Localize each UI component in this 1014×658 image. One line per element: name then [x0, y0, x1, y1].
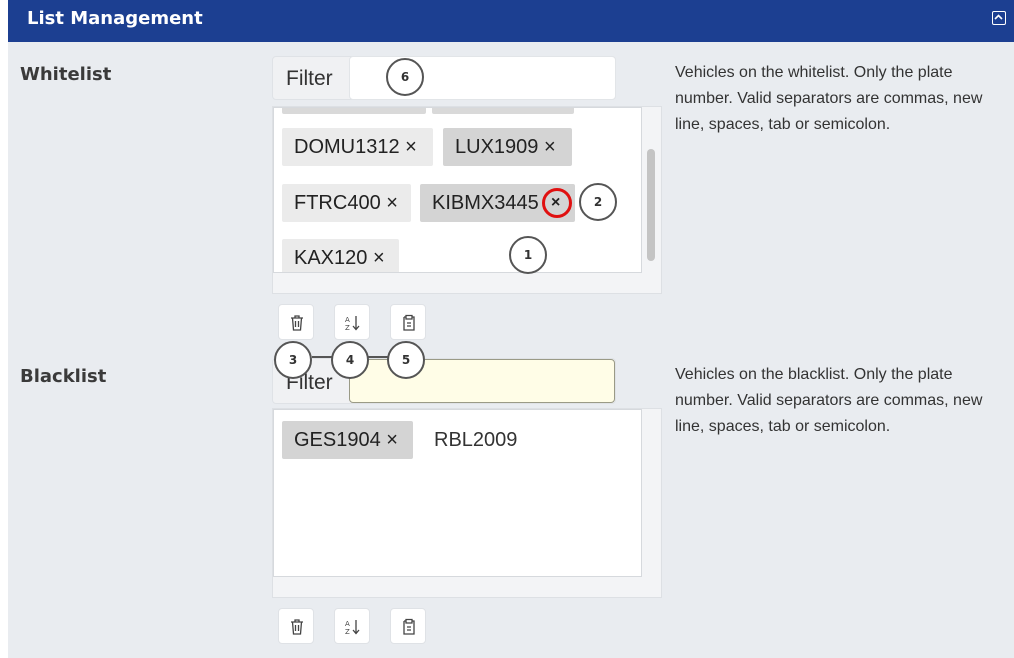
- sort-button[interactable]: AZ: [334, 608, 370, 644]
- whitelist-tag: FTRC400 ×: [282, 184, 411, 222]
- whitelist-tag: LUX1909 ×: [443, 128, 572, 166]
- sort-az-icon: AZ: [345, 620, 360, 636]
- blacklist-list-container: GES1904 × RBL2009: [272, 408, 662, 598]
- sort-az-icon: AZ: [345, 316, 360, 332]
- trash-icon: [291, 619, 303, 635]
- blacklist-list[interactable]: GES1904 × RBL2009: [273, 409, 642, 577]
- tag-partial: [282, 108, 426, 114]
- whitelist-filter: Filter: [272, 56, 616, 100]
- clear-list-button[interactable]: [278, 304, 314, 340]
- panel-title: List Management: [27, 8, 203, 29]
- callout-5: 5: [387, 341, 425, 379]
- callout-1: 1: [509, 236, 547, 274]
- copy-button[interactable]: [390, 304, 426, 340]
- callout-4: 4: [331, 341, 369, 379]
- whitelist-tag: KAX120 ×: [282, 239, 399, 272]
- callout-3: 3: [274, 341, 312, 379]
- tag-text: KAX120 ×: [294, 247, 385, 269]
- blacklist-tag: GES1904 ×: [282, 421, 413, 459]
- tag-text: FTRC400 ×: [294, 192, 398, 214]
- svg-text:Z: Z: [345, 324, 350, 332]
- whitelist-tag: DOMU1312 ×: [282, 128, 433, 166]
- clipboard-icon: [403, 618, 415, 635]
- clear-list-button[interactable]: [278, 608, 314, 644]
- tag-text: LUX1909 ×: [455, 136, 556, 158]
- callout-2: 2: [579, 183, 617, 221]
- clipboard-icon: [403, 314, 415, 331]
- copy-button[interactable]: [390, 608, 426, 644]
- whitelist-scrollbar[interactable]: [647, 149, 655, 261]
- blacklist-label: Blacklist: [20, 366, 107, 387]
- callout-6: 6: [386, 58, 424, 96]
- tag-partial: [432, 108, 574, 114]
- sort-button[interactable]: AZ: [334, 304, 370, 340]
- trash-icon: [291, 315, 303, 331]
- blacklist-description: Vehicles on the blacklist. Only the plat…: [675, 366, 983, 435]
- whitelist-description: Vehicles on the whitelist. Only the plat…: [675, 64, 983, 133]
- whitelist-filter-label: Filter: [286, 67, 333, 90]
- highlight-ring: [542, 188, 572, 218]
- panel-header: List Management: [8, 0, 1014, 42]
- tag-text: GES1904 ×: [294, 429, 398, 451]
- blacklist-entry: RBL2009: [434, 429, 518, 451]
- tag-text: DOMU1312 ×: [294, 136, 417, 158]
- tag-text: KIBMX3445: [432, 192, 539, 214]
- svg-text:Z: Z: [345, 628, 350, 636]
- svg-text:A: A: [345, 316, 350, 324]
- blacklist-filter: Filter: [272, 358, 616, 404]
- whitelist-label: Whitelist: [20, 64, 112, 85]
- svg-text:A: A: [345, 620, 350, 628]
- collapse-icon[interactable]: [992, 11, 1006, 25]
